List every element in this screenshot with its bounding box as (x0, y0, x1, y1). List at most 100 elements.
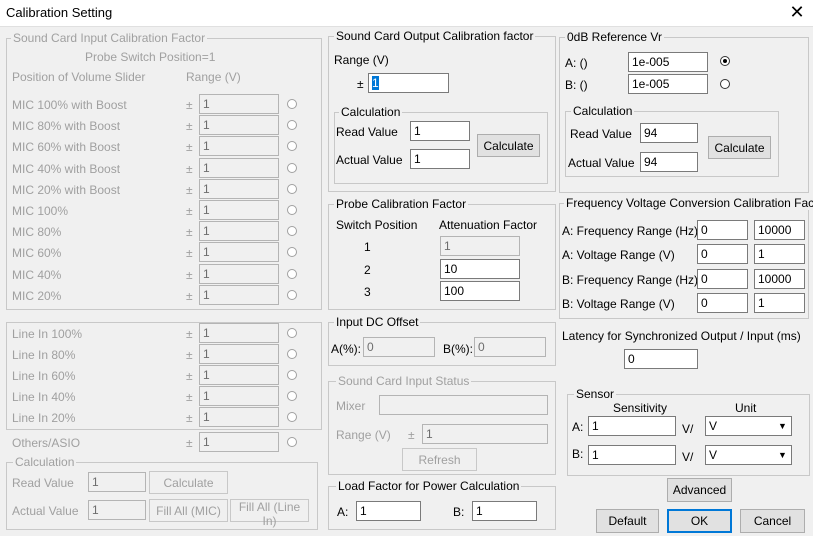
range-row-radio[interactable] (287, 289, 297, 300)
output-calc-read-input[interactable] (410, 121, 470, 141)
probe-switch-position: Probe Switch Position=1 (85, 50, 216, 64)
output-calculate-button[interactable]: Calculate (477, 134, 540, 157)
range-row-label: MIC 20% (12, 288, 62, 303)
range-row-radio[interactable] (287, 412, 297, 422)
probe-col-switch: Switch Position (336, 218, 418, 232)
sensor-a-sep: V/ (682, 422, 694, 436)
cancel-button[interactable]: Cancel (740, 509, 805, 533)
input-calc-actual-input (88, 500, 146, 520)
ok-button[interactable]: OK (667, 509, 732, 533)
sensor-col-sensitivity: Sensitivity (613, 401, 668, 415)
range-row-radio[interactable] (287, 370, 297, 380)
range-row-radio[interactable] (287, 391, 297, 401)
range-row-label: MIC 100% with Boost (12, 98, 127, 112)
load-b-input[interactable] (472, 501, 537, 521)
dc-offset-a-label: A(%): (331, 342, 361, 356)
range-row-plusminus: ± (186, 411, 193, 425)
latency-input[interactable] (624, 349, 698, 369)
freq-volt-max-input[interactable] (754, 268, 805, 289)
status-range-field: 1 (422, 424, 548, 444)
range-row-plusminus: ± (186, 327, 193, 341)
output-range-plusminus: ± (357, 77, 364, 91)
range-row-plusminus: ± (186, 267, 193, 282)
freq-volt-min-input[interactable] (697, 220, 748, 240)
probe-atten-3-input[interactable] (440, 281, 520, 301)
chevron-down-icon: ▼ (778, 450, 787, 460)
input-calc-read-label: Read Value (12, 476, 74, 490)
zero-db-b-radio[interactable] (720, 79, 730, 89)
status-range-plusminus: ± (408, 428, 415, 442)
freq-volt-max-input[interactable] (754, 220, 805, 240)
output-range-input[interactable]: 1 (368, 73, 449, 93)
freq-volt-max-input[interactable] (754, 292, 805, 313)
freq-volt-min-input[interactable] (697, 244, 748, 265)
advanced-button[interactable]: Advanced (667, 478, 732, 502)
range-row-input (199, 136, 279, 157)
default-button[interactable]: Default (596, 509, 659, 533)
zero-db-a-label: A: () (565, 56, 588, 70)
range-row-input (199, 200, 279, 220)
zero-db-b-input[interactable] (628, 74, 708, 94)
range-row-radio[interactable] (287, 162, 297, 173)
sensor-b-unit-select[interactable]: V ▼ (705, 445, 792, 465)
probe-atten-2-input[interactable] (440, 259, 520, 279)
output-calc-legend: Calculation (339, 105, 403, 119)
close-icon[interactable]: ✕ (786, 2, 808, 22)
range-row-radio[interactable] (287, 268, 297, 279)
input-calc-actual-label: Actual Value (12, 504, 79, 518)
dc-offset-a-value: 0 (363, 337, 435, 357)
sensor-a-input[interactable] (588, 416, 676, 436)
freq-volt-min-input[interactable] (697, 292, 748, 313)
freq-volt-row-label: A: Voltage Range (V) (562, 248, 675, 263)
sensor-a-unit-select[interactable]: V ▼ (705, 416, 792, 436)
range-row-input (199, 323, 279, 343)
range-row-label: MIC 40% (12, 267, 62, 282)
range-row-input (199, 157, 279, 178)
range-row-input (199, 407, 279, 427)
range-row-input (199, 94, 279, 114)
sensor-b-input[interactable] (588, 445, 676, 465)
range-row-radio[interactable] (287, 99, 297, 109)
range-row-plusminus: ± (186, 140, 193, 155)
refresh-button[interactable]: Refresh (402, 448, 477, 471)
freq-volt-row-label: B: Voltage Range (V) (562, 296, 675, 311)
probe-col-atten: Attenuation Factor (439, 218, 538, 232)
others-asio-radio[interactable] (287, 437, 297, 447)
range-row-plusminus: ± (186, 161, 193, 176)
zero-db-calculate-button[interactable]: Calculate (708, 136, 771, 159)
freq-volt-row-label: A: Frequency Range (Hz) (562, 224, 699, 238)
chevron-down-icon: ▼ (778, 421, 787, 431)
sensor-a-unit-value: V (709, 419, 718, 433)
zero-db-a-radio[interactable] (720, 56, 730, 66)
mixer-field (379, 395, 548, 415)
output-calc-read-label: Read Value (336, 125, 398, 139)
range-row-label: Line In 40% (12, 390, 76, 404)
fill-all-mic-button[interactable]: Fill All (MIC) (149, 499, 228, 522)
freq-volt-max-input[interactable] (754, 244, 805, 265)
probe-pos-1: 1 (364, 240, 371, 254)
range-row-plusminus: ± (186, 369, 193, 383)
sensor-b-unit-value: V (709, 448, 718, 462)
output-calc-actual-input[interactable] (410, 149, 470, 169)
range-row-radio[interactable] (287, 349, 297, 359)
others-asio-label: Others/ASIO (12, 436, 81, 450)
zero-db-calc-actual-input[interactable] (640, 152, 698, 172)
range-row-radio[interactable] (287, 183, 297, 194)
input-calculate-button[interactable]: Calculate (149, 471, 228, 494)
range-row-radio[interactable] (287, 205, 297, 215)
zero-db-b-label: B: () (565, 78, 588, 92)
probe-calibration-legend: Probe Calibration Factor (334, 197, 469, 211)
load-a-input[interactable] (356, 501, 421, 521)
zero-db-calc-read-input[interactable] (640, 123, 698, 143)
output-range-value: 1 (372, 76, 379, 90)
status-range-label: Range (V) (336, 428, 391, 442)
output-range-label: Range (V) (334, 53, 389, 67)
range-row-plusminus: ± (186, 390, 193, 404)
probe-pos-2: 2 (364, 263, 371, 277)
range-row-radio[interactable] (287, 328, 297, 338)
fill-all-line-in-button[interactable]: Fill All (Line In) (230, 499, 309, 528)
zero-db-a-input[interactable] (628, 52, 708, 72)
dc-offset-b-value: 0 (474, 337, 546, 357)
freq-volt-min-input[interactable] (697, 268, 748, 289)
sensor-col-unit: Unit (735, 401, 757, 415)
